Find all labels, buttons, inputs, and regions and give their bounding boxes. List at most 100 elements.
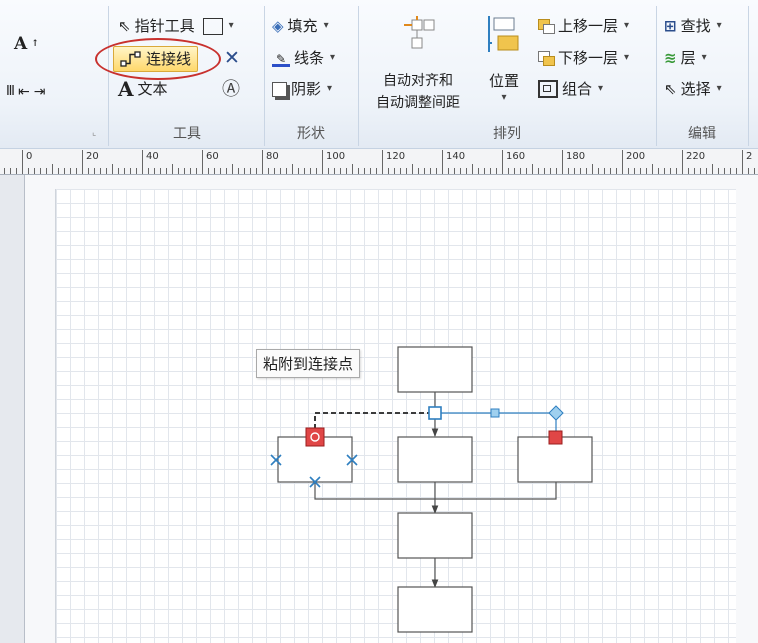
ruler-tick — [604, 168, 605, 174]
drawing-page[interactable] — [55, 189, 736, 643]
ruler-tick — [430, 168, 431, 174]
ruler-tick — [46, 168, 47, 174]
ruler-tick — [436, 168, 437, 174]
ruler-tick — [484, 168, 485, 174]
ruler-number: 140 — [446, 151, 466, 162]
snap-tooltip: 粘附到连接点 — [256, 349, 361, 378]
ruler-tick — [4, 168, 5, 174]
chevron-down-icon[interactable]: ▾ — [717, 78, 722, 100]
ruler-tick — [358, 168, 359, 174]
ruler-tick — [280, 168, 281, 174]
pointer-tool-button[interactable]: ⇖ 指针工具 ▾ — [118, 14, 234, 38]
layer-label: 层 — [680, 49, 696, 67]
ruler-tick — [454, 168, 455, 174]
ruler-tick — [664, 168, 665, 174]
group-shapes-button[interactable]: 组合 ▾ — [538, 77, 603, 101]
ruler-tick — [256, 168, 257, 174]
ruler-tick — [82, 150, 83, 174]
ruler-tick — [214, 168, 215, 174]
line-label: 线条 — [294, 49, 325, 67]
group-separator — [108, 6, 109, 146]
find-label: 查找 — [680, 17, 711, 35]
ruler-tick — [232, 164, 233, 174]
ruler-tick — [16, 168, 17, 174]
ruler-tick — [418, 168, 419, 174]
bring-forward-label: 上移一层 — [558, 17, 619, 35]
ruler-tick — [28, 168, 29, 174]
chevron-down-icon[interactable]: ▾ — [327, 78, 332, 100]
auto-align-label-line1: 自动对齐和 — [383, 73, 453, 89]
ruler-tick — [304, 168, 305, 174]
connection-point-button[interactable]: Ⓐ — [222, 78, 240, 102]
ruler-tick — [286, 168, 287, 174]
ruler-tick — [262, 150, 263, 174]
ruler-tick — [322, 150, 323, 174]
shadow-square-icon — [272, 81, 287, 97]
fill-button[interactable]: ◈ 填充 ▾ — [272, 14, 329, 38]
dialog-launcher-icon[interactable]: ⌞ — [92, 128, 96, 138]
chevron-down-icon[interactable]: ▾ — [717, 15, 722, 37]
ruler-tick — [394, 168, 395, 174]
chevron-down-icon[interactable]: ▾ — [624, 47, 629, 69]
binoculars-icon: ⊞ — [664, 17, 677, 35]
auto-align-icon — [404, 16, 435, 49]
chevron-down-icon[interactable]: ▾ — [330, 47, 335, 69]
pointer-tool-label: 指针工具 — [134, 17, 195, 35]
ruler-tick — [616, 168, 617, 174]
ruler-number: 160 — [506, 151, 526, 162]
close-shape-button[interactable]: ✕ — [224, 46, 240, 70]
ruler-tick — [472, 164, 473, 174]
ruler-tick — [742, 150, 743, 174]
vertical-ruler[interactable] — [0, 175, 25, 643]
ruler-tick — [646, 168, 647, 174]
ruler-tick — [364, 168, 365, 174]
position-label: 位置 — [488, 72, 519, 90]
ruler-tick — [460, 168, 461, 174]
close-icon: ✕ — [224, 47, 240, 69]
text-a-icon: A — [118, 77, 134, 101]
ruler-tick — [124, 168, 125, 174]
position-button[interactable]: 位置 ▾ — [482, 14, 526, 114]
arrange-group-label: 排列 — [493, 126, 521, 142]
drawing-canvas[interactable] — [25, 175, 758, 643]
ruler-tick — [130, 168, 131, 174]
horizontal-ruler[interactable]: 0 20 40 60 80 100 120 140 160 180 200 220 2 — [0, 149, 758, 175]
ruler-tick — [382, 150, 383, 174]
ruler-tick — [352, 164, 353, 174]
ruler-tick — [724, 168, 725, 174]
send-backward-button[interactable]: 下移一层 ▾ — [538, 46, 629, 70]
ruler-tick — [556, 168, 557, 174]
chevron-down-icon[interactable]: ▾ — [624, 15, 629, 37]
connection-point-icon: Ⓐ — [222, 79, 240, 100]
auto-align-label-line2: 自动调整间距 — [376, 95, 460, 111]
auto-align-button[interactable]: 自动对齐和 自动调整间距 — [362, 14, 474, 116]
ruler-tick — [448, 168, 449, 174]
ruler-tick — [562, 150, 563, 174]
shadow-button[interactable]: 阴影 ▾ — [272, 77, 332, 101]
text-direction-icon[interactable]: Ⅲ — [6, 81, 15, 103]
chevron-down-icon[interactable]: ▾ — [702, 47, 707, 69]
ruler-tick — [520, 168, 521, 174]
font-size-grow-button[interactable]: A ↑ — [14, 32, 39, 56]
paragraph-tools[interactable]: Ⅲ ⇤ ⇥ — [6, 80, 45, 104]
text-tool-button[interactable]: A 文本 — [118, 77, 168, 101]
select-button[interactable]: ⇖ 选择 ▾ — [664, 77, 722, 101]
layer-button[interactable]: ≋ 层 ▾ — [664, 46, 707, 70]
fill-label: 填充 — [287, 17, 318, 35]
chevron-down-icon[interactable]: ▾ — [598, 78, 603, 100]
chevron-down-icon[interactable]: ▾ — [324, 15, 329, 37]
line-button[interactable]: ✎ 线条 ▾ — [272, 46, 335, 70]
pointer-arrow-icon: ⇖ — [118, 17, 131, 35]
paint-bucket-icon: ◈ — [272, 17, 284, 35]
tools-group-label: 工具 — [173, 126, 201, 142]
ruler-tick — [412, 164, 413, 174]
chevron-down-icon[interactable]: ▾ — [229, 15, 234, 37]
bring-forward-button[interactable]: 上移一层 ▾ — [538, 14, 629, 38]
ruler-tick — [706, 168, 707, 174]
find-button[interactable]: ⊞ 查找 ▾ — [664, 14, 722, 38]
chevron-down-icon[interactable]: ▾ — [482, 92, 526, 103]
rectangle-shape-icon[interactable] — [202, 17, 223, 35]
ruler-tick — [58, 168, 59, 174]
decrease-indent-icon[interactable]: ⇤ — [18, 81, 30, 103]
increase-indent-icon[interactable]: ⇥ — [34, 81, 46, 103]
